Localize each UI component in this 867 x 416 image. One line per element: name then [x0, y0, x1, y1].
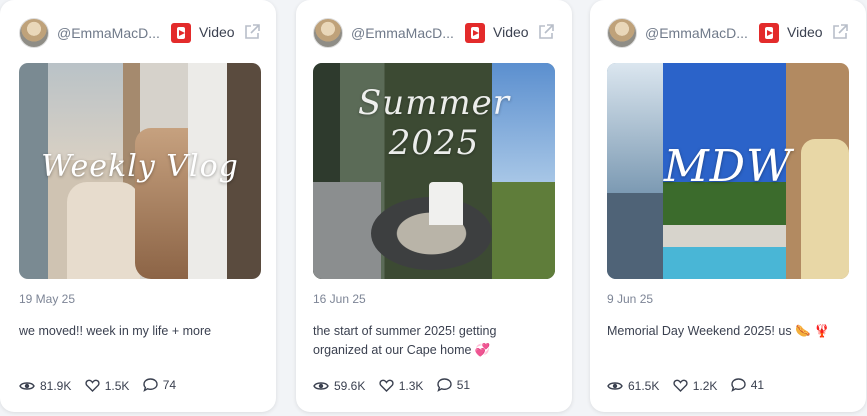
- post-card[interactable]: @EmmaMacD... Video MDW 9 Jun 25 Memorial…: [590, 0, 866, 412]
- external-link-icon[interactable]: [243, 23, 261, 41]
- comments-stat: 74: [143, 378, 176, 392]
- comment-icon: [731, 378, 746, 392]
- post-caption: we moved!! week in my life + more: [19, 324, 212, 338]
- post-stats: 81.9K 1.5K 74: [19, 378, 186, 394]
- avatar[interactable]: [607, 18, 637, 48]
- thumbnail-title: Summer 2025: [357, 83, 511, 163]
- post-card[interactable]: @EmmaMacD... Video Weekly Vlog 19 May 25…: [0, 0, 276, 412]
- views-stat: 61.5K: [607, 379, 659, 393]
- video-thumbnail[interactable]: MDW: [607, 63, 849, 279]
- views-stat: 59.6K: [313, 379, 365, 393]
- video-thumbnail[interactable]: Weekly Vlog: [19, 63, 261, 279]
- post-type-label: Video: [787, 24, 823, 40]
- thumbnail-title: Weekly Vlog: [41, 149, 239, 184]
- heart-icon: [85, 379, 100, 392]
- card-header: @EmmaMacD... Video: [313, 18, 556, 48]
- post-card[interactable]: @EmmaMacD... Video Summer 2025 16 Jun 25…: [296, 0, 572, 412]
- eye-icon: [313, 382, 329, 390]
- post-type-label: Video: [199, 24, 235, 40]
- youtube-icon: [465, 23, 485, 43]
- comments-stat: 41: [731, 378, 764, 392]
- comment-icon: [437, 378, 452, 392]
- comments-count: 74: [162, 378, 177, 392]
- video-thumbnail[interactable]: Summer 2025: [313, 63, 555, 279]
- post-caption: the start of summer 2025! getting organi…: [313, 324, 497, 357]
- likes-stat: 1.5K: [85, 378, 130, 393]
- post-date: 9 Jun 25: [607, 292, 654, 306]
- external-link-icon[interactable]: [537, 23, 555, 41]
- post-date: 19 May 25: [19, 292, 76, 306]
- eye-icon: [607, 382, 623, 390]
- heart-icon: [673, 379, 688, 392]
- comments-count: 51: [456, 378, 471, 392]
- external-link-icon[interactable]: [831, 23, 849, 41]
- comment-icon: [143, 378, 158, 392]
- comments-stat: 51: [437, 378, 470, 392]
- views-count: 61.5K: [628, 379, 660, 393]
- heart-icon: [379, 379, 394, 392]
- eye-icon: [19, 382, 35, 390]
- card-header: @EmmaMacD... Video: [19, 18, 260, 48]
- card-header: @EmmaMacD... Video: [607, 18, 850, 48]
- post-stats: 61.5K 1.2K 41: [607, 378, 774, 394]
- comments-count: 41: [750, 378, 765, 392]
- views-stat: 81.9K: [19, 379, 71, 393]
- author-handle[interactable]: @EmmaMacD...: [645, 25, 749, 41]
- likes-count: 1.2K: [692, 378, 718, 393]
- youtube-icon: [171, 23, 191, 43]
- views-count: 81.9K: [40, 379, 72, 393]
- avatar[interactable]: [313, 18, 343, 48]
- youtube-icon: [759, 23, 779, 43]
- thumbnail-title: MDW: [663, 141, 793, 192]
- likes-count: 1.3K: [398, 378, 424, 393]
- likes-count: 1.5K: [104, 378, 130, 393]
- likes-stat: 1.2K: [673, 378, 718, 393]
- post-caption: Memorial Day Weekend 2025! us 🌭 🦞: [607, 324, 830, 338]
- post-type-label: Video: [493, 24, 529, 40]
- post-stats: 59.6K 1.3K 51: [313, 378, 480, 394]
- avatar[interactable]: [19, 18, 49, 48]
- author-handle[interactable]: @EmmaMacD...: [57, 25, 161, 41]
- likes-stat: 1.3K: [379, 378, 424, 393]
- author-handle[interactable]: @EmmaMacD...: [351, 25, 455, 41]
- post-date: 16 Jun 25: [313, 292, 366, 306]
- views-count: 59.6K: [334, 379, 366, 393]
